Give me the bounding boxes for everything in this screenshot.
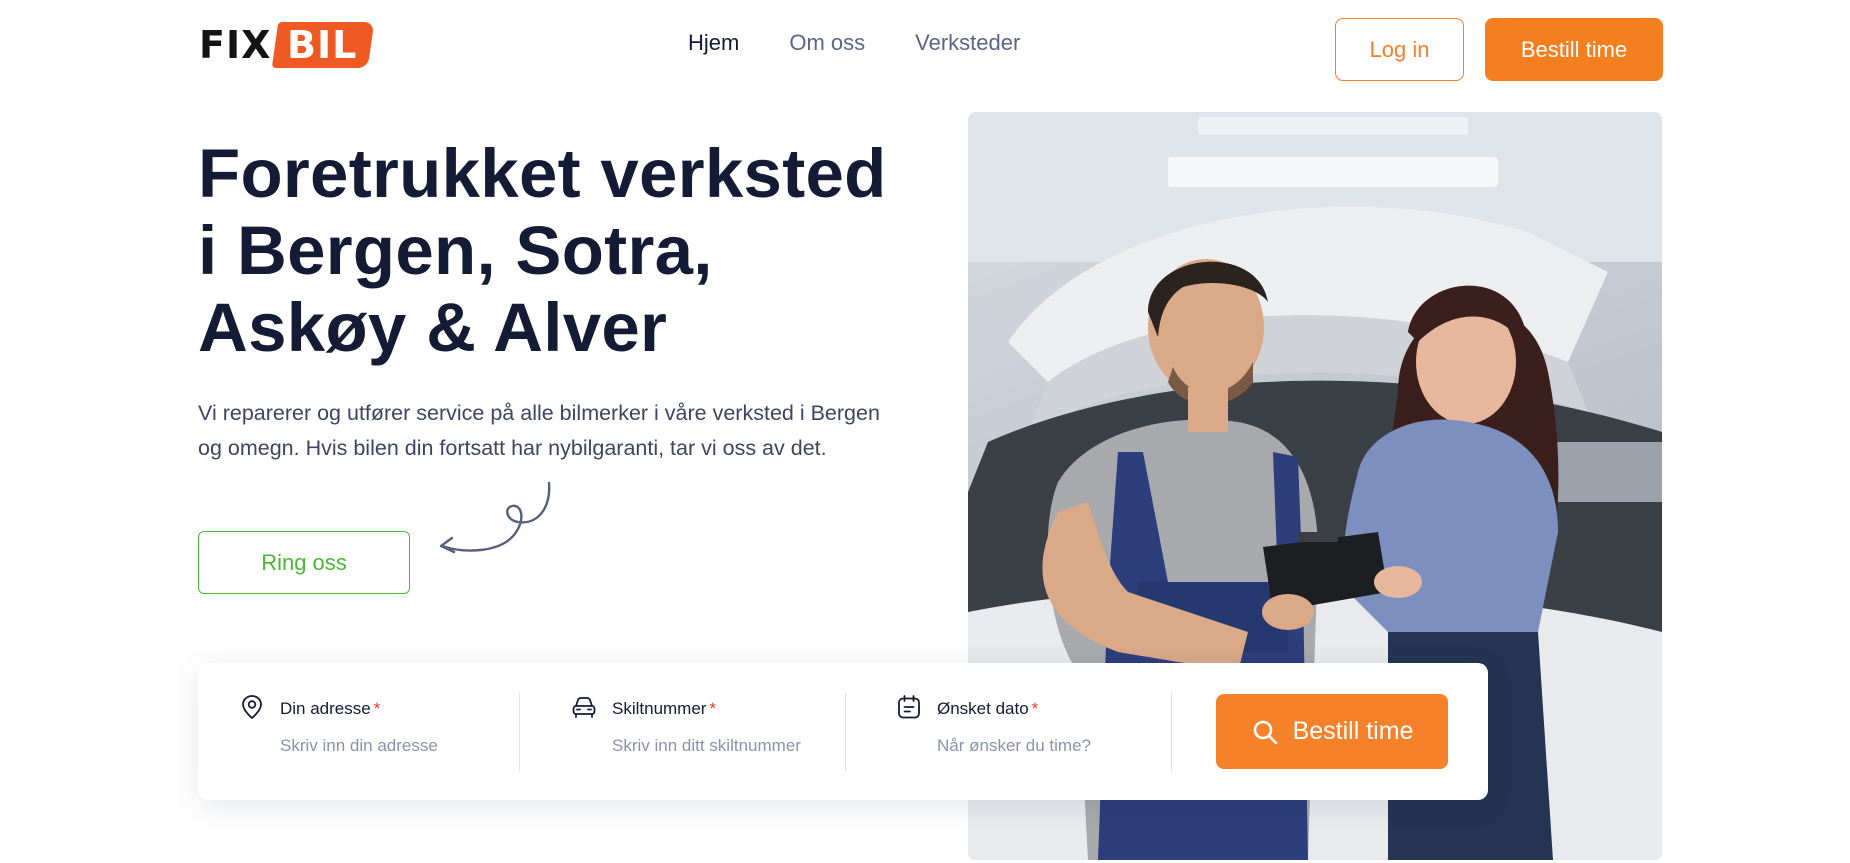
- logo-bil-text: BIL: [287, 23, 358, 67]
- booking-form: Din adresse* Skiltnummer* Ønsket dato*: [198, 663, 1488, 800]
- book-appointment-label: Bestill time: [1292, 717, 1414, 745]
- date-label: Ønsket dato *: [937, 699, 1038, 719]
- search-icon: [1253, 720, 1277, 744]
- plate-required-mark: *: [709, 699, 717, 718]
- address-required-mark: *: [373, 699, 381, 718]
- plate-label-text: Skiltnummer: [612, 699, 707, 718]
- field-divider: [845, 693, 846, 771]
- car-icon: [572, 697, 596, 718]
- book-appointment-header-button[interactable]: Bestill time: [1485, 18, 1663, 81]
- curly-arrow-icon: [439, 481, 551, 554]
- nav-item-verksteder[interactable]: Verksteder: [915, 30, 1020, 56]
- book-appointment-button[interactable]: Bestill time: [1216, 694, 1448, 769]
- logo-bil-badge: BIL: [272, 22, 375, 68]
- date-label-text: Ønsket dato: [937, 699, 1029, 718]
- page: FIX BIL Hjem Om oss Verksteder Log in Be…: [0, 0, 1850, 863]
- hero-title-line-3: Askøy & Alver: [198, 289, 668, 366]
- date-required-mark: *: [1031, 699, 1039, 718]
- hero-title: Foretrukket verksted i Bergen, Sotra, As…: [198, 135, 918, 366]
- plate-label: Skiltnummer *: [612, 699, 716, 719]
- hero-description: Vi reparerer og utfører service på alle …: [198, 401, 880, 460]
- location-pin-icon: [242, 695, 262, 719]
- nav-item-om-oss[interactable]: Om oss: [789, 30, 865, 56]
- date-input[interactable]: [937, 731, 1147, 761]
- hero-title-line-2: i Bergen, Sotra,: [198, 212, 713, 289]
- field-divider: [519, 693, 520, 771]
- nav-item-hjem[interactable]: Hjem: [688, 30, 739, 56]
- address-label: Din adresse *: [280, 699, 380, 719]
- address-input[interactable]: [280, 731, 490, 761]
- call-us-button[interactable]: Ring oss: [198, 531, 410, 594]
- plate-input[interactable]: [612, 731, 812, 761]
- login-button[interactable]: Log in: [1335, 18, 1464, 81]
- field-divider: [1171, 693, 1172, 771]
- calendar-icon: [898, 695, 920, 719]
- address-label-text: Din adresse: [280, 699, 371, 718]
- hero-title-line-1: Foretrukket verksted: [198, 135, 887, 212]
- logo-fix-text: FIX: [199, 23, 272, 67]
- main-nav: Hjem Om oss Verksteder: [688, 30, 1020, 56]
- fixbil-logo[interactable]: FIX BIL: [199, 17, 375, 73]
